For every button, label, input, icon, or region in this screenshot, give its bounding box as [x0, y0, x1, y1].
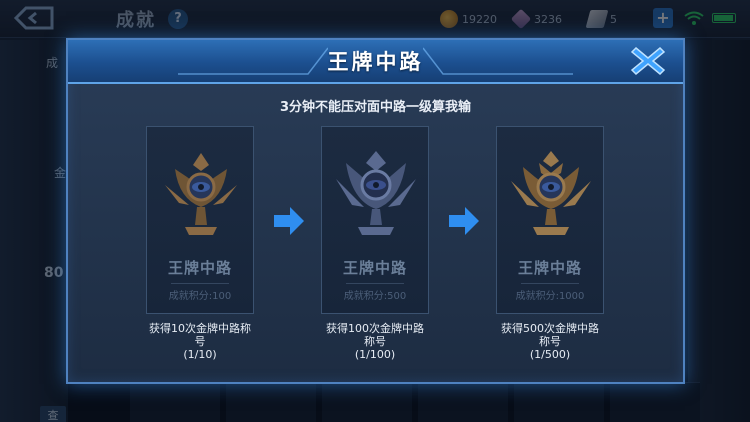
stage-score: 成就积分:500: [343, 291, 407, 302]
stage-desc-line: 号: [194, 335, 206, 348]
card-divider: [171, 283, 229, 284]
stage-desc-line: 获得500次金牌中路: [501, 322, 599, 335]
stage-name: 王牌中路: [517, 259, 582, 277]
stage-name: 王牌中路: [342, 259, 407, 277]
card-divider: [521, 283, 579, 284]
gold-trophy-icon: [511, 151, 591, 235]
stage-desc-line: 获得100次金牌中路: [326, 322, 424, 335]
modal-header: 王牌中路: [68, 40, 683, 84]
silver-trophy-icon: [336, 151, 416, 235]
modal-subtitle: 3分钟不能压对面中路一级算我输: [279, 100, 472, 115]
stage-description-1: 获得10次金牌中路称 号 (1/10): [135, 322, 265, 361]
right-arrow-icon: [449, 207, 479, 235]
stage-desc-line: 称号: [539, 335, 561, 348]
card-divider: [346, 283, 404, 284]
right-arrow-icon: [274, 207, 304, 235]
stage-progress: (1/10): [183, 348, 217, 361]
stage-name: 王牌中路: [167, 259, 232, 277]
stage-progress: (1/500): [529, 348, 571, 361]
modal-title: 王牌中路: [327, 50, 424, 74]
achievement-modal: 王牌中路 3分钟不能压对面中路一级算我输 王牌中路 成就积分:100 获得10次…: [66, 38, 685, 384]
close-x-icon[interactable]: [628, 42, 668, 80]
stage-desc-line: 称号: [364, 335, 386, 348]
stage-score: 成就积分:1000: [515, 291, 585, 302]
stage-score: 成就积分:100: [168, 291, 232, 302]
stage-card-1: 王牌中路 成就积分:100: [146, 126, 254, 314]
stage-desc-line: 获得10次金牌中路称: [149, 322, 251, 335]
stage-card-2: 王牌中路 成就积分:500: [321, 126, 429, 314]
bronze-trophy-icon: [165, 153, 237, 235]
stage-description-2: 获得100次金牌中路 称号 (1/100): [310, 322, 440, 361]
stage-description-3: 获得500次金牌中路 称号 (1/500): [485, 322, 615, 361]
stage-progress: (1/100): [354, 348, 396, 361]
stage-card-3: 王牌中路 成就积分:1000: [496, 126, 604, 314]
